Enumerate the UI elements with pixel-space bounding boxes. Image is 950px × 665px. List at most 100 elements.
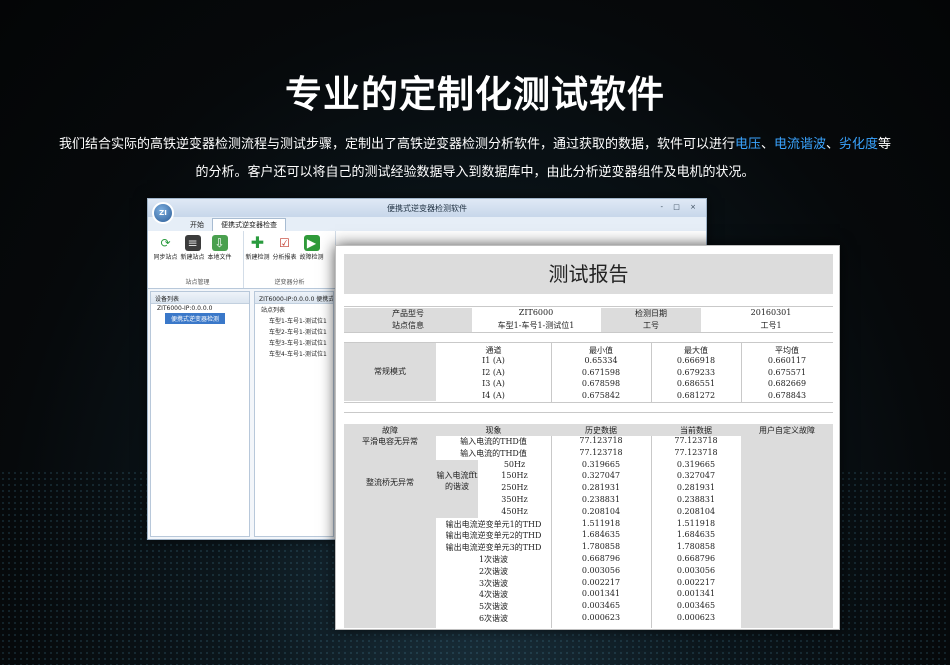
description-text: 我们结合实际的高铁逆变器检测流程与测试步骤，定制出了高铁逆变器检测分析软件，通过… bbox=[58, 137, 735, 152]
device-root-node[interactable]: ZIT6000-IP:0.0.0.0 bbox=[151, 304, 249, 313]
ribbon-group-analysis: ✚ 新建检测 ☑ 分析报表 ▶ 故障检测 逆变器分析 bbox=[244, 231, 336, 288]
value-cell: 0.675571 bbox=[767, 367, 807, 377]
user-fault-column bbox=[741, 436, 833, 628]
value-cell: 0.678843 bbox=[767, 390, 807, 400]
value-cell: 0.675842 bbox=[581, 390, 621, 400]
current-cell: 1.684635 bbox=[676, 530, 716, 540]
description-line-2: 的分析。客户还可以将自己的测试经验数据导入到数据库中，由此分析逆变器组件及电机的… bbox=[195, 165, 755, 180]
tab-inverter-check[interactable]: 便携式逆变器检查 bbox=[212, 218, 286, 231]
window-title: 便携式逆变器检测软件 bbox=[387, 204, 467, 213]
play-icon: ▶ bbox=[303, 235, 320, 251]
history-cell: 0.327047 bbox=[581, 471, 621, 481]
separator: 、 bbox=[826, 137, 840, 152]
app-logo-icon[interactable]: ZI bbox=[152, 202, 174, 224]
site-list-item[interactable]: 车型1-车号1-测试位1 bbox=[255, 315, 333, 326]
channel-cell: I4 (A) bbox=[482, 390, 505, 400]
date-value: 20160301 bbox=[750, 308, 792, 317]
add-icon: ✚ bbox=[250, 233, 265, 252]
button-label: 分析报表 bbox=[272, 254, 297, 261]
page-headline: 专业的定制化测试软件 bbox=[285, 73, 665, 116]
value-cell: 0.65334 bbox=[584, 356, 618, 365]
history-cell: 1.684635 bbox=[581, 530, 621, 540]
phenomenon-cell: 2次谐波 bbox=[478, 566, 509, 576]
history-cell: 0.002217 bbox=[581, 577, 621, 587]
current-cell: 1.511918 bbox=[676, 518, 716, 528]
current-cell: 0.668796 bbox=[676, 554, 716, 563]
channel-cell: I3 (A) bbox=[482, 379, 505, 388]
fault-col-header: 故障 bbox=[382, 426, 398, 435]
history-cell: 0.000623 bbox=[581, 613, 621, 622]
ribbon-group-label: 逆变器分析 bbox=[274, 279, 305, 286]
phenomenon-cell: 输出电流逆变单元2的THD bbox=[445, 531, 542, 541]
phenomenon-cell: 450Hz bbox=[501, 506, 528, 516]
current-cell: 77.123718 bbox=[674, 447, 718, 457]
current-cell: 77.123718 bbox=[674, 436, 718, 445]
history-cell: 0.001341 bbox=[581, 589, 621, 599]
button-label: 新建站点 bbox=[180, 254, 205, 261]
phenomenon-cell: 250Hz bbox=[501, 483, 528, 493]
site-list-pane: ZIT6000-IP:0.0.0.0 便携式... 站点列表 车型1-车号1-测… bbox=[254, 291, 334, 537]
current-cell: 0.238831 bbox=[676, 495, 716, 504]
current-cell: 0.327047 bbox=[676, 471, 716, 481]
value-cell: 0.666918 bbox=[676, 356, 716, 365]
grid-line bbox=[344, 412, 833, 413]
grid-line bbox=[344, 402, 833, 403]
history-cell: 77.123718 bbox=[579, 436, 623, 445]
highlight-current-harmonic: 电流谐波 bbox=[773, 137, 826, 152]
site-list-item[interactable]: 车型2-车号1-测试位1 bbox=[255, 326, 333, 337]
file-import-icon: ⇩ bbox=[211, 235, 228, 251]
channel-cell: I2 (A) bbox=[482, 367, 505, 377]
grid-line bbox=[651, 436, 652, 628]
normal-mode-label: 常规模式 bbox=[344, 343, 436, 401]
phenomenon-cell: 输入电流的THD值 bbox=[460, 448, 527, 458]
tab-start[interactable]: 开始 bbox=[182, 219, 212, 231]
window-controls[interactable]: - □ × bbox=[661, 203, 700, 211]
button-label: 故障检测 bbox=[299, 254, 324, 261]
value-cell: 0.679233 bbox=[676, 367, 716, 377]
history-cell: 1.780858 bbox=[581, 542, 621, 552]
value-cell: 0.660117 bbox=[767, 356, 807, 365]
history-cell: 0.319665 bbox=[581, 459, 621, 469]
product-label: 产品型号 bbox=[344, 308, 472, 320]
grid-line bbox=[651, 343, 652, 403]
current-cell: 0.281931 bbox=[676, 483, 716, 493]
blank-fault-cell bbox=[344, 518, 436, 628]
ribbon-group-label: 站点管理 bbox=[185, 279, 210, 286]
ribbon-group-site: ⟳ 同步站点 ≡ 新建站点 ⇩ 本地文件 站点管理 bbox=[152, 231, 244, 288]
server-icon: ≡ bbox=[184, 235, 201, 251]
date-label: 检测日期 bbox=[601, 308, 701, 320]
site-list-label: 站点列表 bbox=[261, 307, 286, 314]
highlight-voltage: 电压 bbox=[734, 137, 761, 152]
phenomenon-cell: 输出电流逆变单元1的THD bbox=[445, 519, 542, 529]
site-list-item[interactable]: 车型3-车号1-测试位1 bbox=[255, 337, 333, 348]
site-list-header: ZIT6000-IP:0.0.0.0 便携式... bbox=[255, 292, 333, 304]
history-cell: 0.003465 bbox=[581, 601, 621, 611]
history-col-header: 历史数据 bbox=[585, 426, 617, 435]
value-cell: 0.678598 bbox=[581, 379, 621, 388]
window-titlebar: ZI 便携式逆变器检测软件 - □ × bbox=[148, 199, 706, 224]
cap-label: 平滑电容无异常 bbox=[344, 436, 436, 448]
phenomenon-cell: 输入电流的THD值 bbox=[460, 437, 527, 446]
report-title: 测试报告 bbox=[344, 254, 833, 294]
current-cell: 0.208104 bbox=[676, 506, 716, 516]
current-cell: 0.003056 bbox=[676, 565, 716, 575]
current-col-header: 当前数据 bbox=[680, 426, 712, 435]
worker-value: 工号1 bbox=[760, 321, 782, 330]
normal-header: 通道 bbox=[485, 346, 502, 355]
device-list-pane: 设备列表 ZIT6000-IP:0.0.0.0 便携式逆变器检测 bbox=[150, 291, 250, 537]
button-label: 新建检测 bbox=[245, 254, 270, 261]
phenomenon-cell: 1次谐波 bbox=[478, 555, 509, 564]
checklist-icon: ☑ bbox=[279, 236, 290, 250]
phenomenon-cell: 4次谐波 bbox=[478, 590, 509, 600]
normal-header: 最大值 bbox=[684, 346, 708, 355]
history-cell: 0.281931 bbox=[581, 483, 621, 493]
channel-cell: I1 (A) bbox=[482, 356, 505, 365]
device-child-node[interactable]: 便携式逆变器检测 bbox=[165, 313, 226, 324]
value-cell: 0.682669 bbox=[767, 379, 807, 388]
grid-line bbox=[551, 343, 552, 403]
history-cell: 77.123718 bbox=[579, 447, 623, 457]
current-cell: 0.000623 bbox=[676, 613, 716, 622]
site-list-item[interactable]: 车型4-车号1-测试位1 bbox=[255, 348, 333, 359]
site-value: 车型1-车号1-测试位1 bbox=[497, 321, 575, 330]
worker-label: 工号 bbox=[601, 320, 701, 332]
